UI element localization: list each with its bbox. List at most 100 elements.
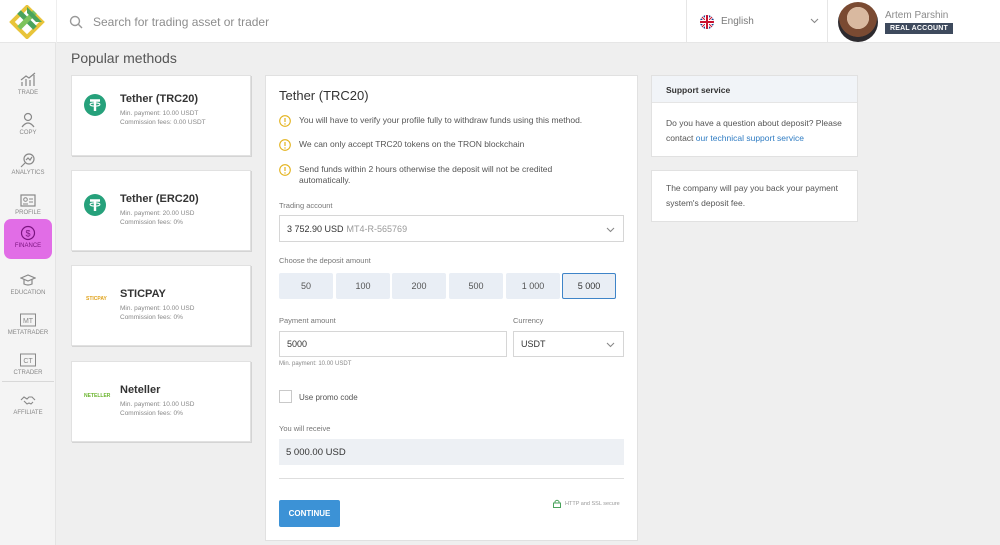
amount-button-50[interactable]: 50 xyxy=(279,273,333,299)
user-menu[interactable]: Artem Parshin REAL ACCOUNT xyxy=(838,0,954,43)
search-input[interactable] xyxy=(93,14,653,29)
warning-trc20: We can only accept TRC20 tokens on the T… xyxy=(279,139,619,151)
method-name: Neteller xyxy=(120,384,161,396)
method-details: Min. payment: 10.00 USDT Commission fees… xyxy=(120,109,215,127)
trading-account-value: 3 752.90 USD xyxy=(287,223,344,234)
account-type-badge: REAL ACCOUNT xyxy=(885,22,954,34)
continue-button[interactable]: CONTINUE xyxy=(279,500,340,527)
user-name: Artem Parshin xyxy=(885,9,949,21)
method-name: Tether (TRC20) xyxy=(120,93,199,105)
trading-account-select[interactable]: 3 752.90 USD MT4-R-565769 xyxy=(279,215,624,242)
support-text: Do you have a question about deposit? Pl… xyxy=(652,103,857,145)
method-card-sticpay[interactable]: STICPAY STICPAY Min. payment: 10.00 USD … xyxy=(71,265,251,346)
warning-icon xyxy=(279,139,291,151)
method-fees: Commission fees: 0.00 USDT xyxy=(120,119,206,126)
sidebar-item-label: PROFILE xyxy=(15,210,41,216)
sidebar-item-finance[interactable]: $ FINANCE xyxy=(4,219,52,259)
warning-verify: You will have to verify your profile ful… xyxy=(279,115,619,127)
currency-label: Currency xyxy=(513,316,544,325)
profile-icon xyxy=(20,194,36,207)
secure-badge: HTTP and SSL secure xyxy=(553,499,620,508)
sidebar-divider xyxy=(2,381,54,382)
avatar[interactable] xyxy=(838,1,878,42)
promo-code-label[interactable]: Use promo code xyxy=(299,393,358,402)
education-icon xyxy=(20,274,36,286)
warning-text: Send funds within 2 hours otherwise the … xyxy=(299,164,553,185)
logo-icon[interactable] xyxy=(8,5,46,39)
form-divider xyxy=(279,478,624,479)
method-card-tether-trc20[interactable]: Tether (TRC20) Min. payment: 10.00 USDT … xyxy=(71,75,251,156)
method-name: Tether (ERC20) xyxy=(120,193,199,205)
method-min-payment: Min. payment: 10.00 USD xyxy=(120,401,195,408)
sidebar-item-education[interactable]: EDUCATION xyxy=(0,266,56,306)
sidebar-item-analytics[interactable]: ANALYTICS xyxy=(0,146,56,186)
support-title: Support service xyxy=(652,76,857,103)
sidebar-item-affiliate[interactable]: AFFILIATE xyxy=(0,386,56,426)
receive-label: You will receive xyxy=(279,424,331,433)
metatrader-icon: MT xyxy=(20,313,36,327)
sidebar-item-copy[interactable]: COPY xyxy=(0,106,56,146)
top-bar: English Artem Parshin REAL ACCOUNT xyxy=(0,0,1000,43)
metatrader-glyph: MT xyxy=(23,318,34,325)
amount-button-200[interactable]: 200 xyxy=(392,273,446,299)
sidebar-item-metatrader[interactable]: MT METATRADER xyxy=(0,306,56,346)
ctrader-icon: CT xyxy=(20,353,36,367)
sidebar-item-label: COPY xyxy=(19,130,37,136)
amount-button-100[interactable]: 100 xyxy=(336,273,390,299)
method-card-tether-erc20[interactable]: Tether (ERC20) Min. payment: 20.00 USD C… xyxy=(71,170,251,251)
sticpay-logo: STICPAY xyxy=(86,296,107,302)
tether-icon xyxy=(84,94,106,116)
currency-value: USDT xyxy=(521,339,546,349)
warning-text: You will have to verify your profile ful… xyxy=(299,115,583,125)
refund-note-panel: The company will pay you back your payme… xyxy=(651,170,858,222)
sidebar-item-label: TRADE xyxy=(17,90,39,96)
page-title: Popular methods xyxy=(71,50,177,66)
promo-code-checkbox[interactable] xyxy=(279,390,292,403)
lock-icon xyxy=(553,499,561,508)
copy-icon xyxy=(21,112,35,128)
sidebar-item-label: ANALYTICS xyxy=(11,170,45,176)
method-min-payment: Min. payment: 10.00 USD xyxy=(120,305,195,312)
method-details: Min. payment: 20.00 USD Commission fees:… xyxy=(120,209,215,227)
method-details: Min. payment: 10.00 USD Commission fees:… xyxy=(120,400,215,418)
method-fees: Commission fees: 0% xyxy=(120,410,183,417)
amount-button-500[interactable]: 500 xyxy=(449,273,503,299)
method-card-neteller[interactable]: NETELLER Neteller Min. payment: 10.00 US… xyxy=(71,361,251,442)
chevron-down-icon xyxy=(606,342,615,348)
chevron-down-icon xyxy=(810,18,819,24)
method-min-payment: Min. payment: 10.00 USDT xyxy=(120,110,199,117)
sidebar-item-label: EDUCATION xyxy=(10,290,46,296)
payment-amount-input[interactable]: 5000 xyxy=(279,331,507,357)
uk-flag-icon xyxy=(700,14,714,29)
trading-account-label: Trading account xyxy=(279,201,333,210)
language-selector[interactable]: English xyxy=(686,0,828,43)
sidebar-item-ctrader[interactable]: CT CTRADER xyxy=(0,346,56,386)
deposit-amount-label: Choose the deposit amount xyxy=(279,256,371,265)
analytics-icon xyxy=(20,153,35,168)
tether-icon xyxy=(84,194,106,216)
min-payment-hint: Min. payment: 10.00 USDT xyxy=(279,361,352,367)
amount-button-1000[interactable]: 1 000 xyxy=(506,273,560,299)
amount-button-5000[interactable]: 5 000 xyxy=(562,273,616,299)
support-link[interactable]: our technical support service xyxy=(696,133,804,143)
method-name: STICPAY xyxy=(120,288,166,300)
search-bar[interactable] xyxy=(56,0,686,43)
warning-icon xyxy=(279,115,291,127)
ctrader-glyph: CT xyxy=(23,358,33,365)
method-min-payment: Min. payment: 20.00 USD xyxy=(120,210,195,217)
trade-icon xyxy=(20,72,36,86)
search-icon xyxy=(69,15,83,28)
user-info: Artem Parshin REAL ACCOUNT xyxy=(885,9,954,34)
method-details: Min. payment: 10.00 USD Commission fees:… xyxy=(120,304,215,322)
support-panel: Support service Do you have a question a… xyxy=(651,75,858,157)
refund-note: The company will pay you back your payme… xyxy=(666,183,838,208)
currency-select[interactable]: USDT xyxy=(513,331,624,357)
chevron-down-icon xyxy=(606,227,615,232)
neteller-logo: NETELLER xyxy=(84,393,111,399)
sidebar-item-trade[interactable]: TRADE xyxy=(0,66,56,106)
sidebar-item-label: CTRADER xyxy=(13,370,43,376)
finance-icon: $ xyxy=(20,225,36,241)
sidebar: TRADE COPY ANALYTICS PROFILE $ FINANCE E… xyxy=(0,43,56,545)
method-fees: Commission fees: 0% xyxy=(120,219,183,226)
sidebar-item-label: AFFILIATE xyxy=(13,410,43,416)
